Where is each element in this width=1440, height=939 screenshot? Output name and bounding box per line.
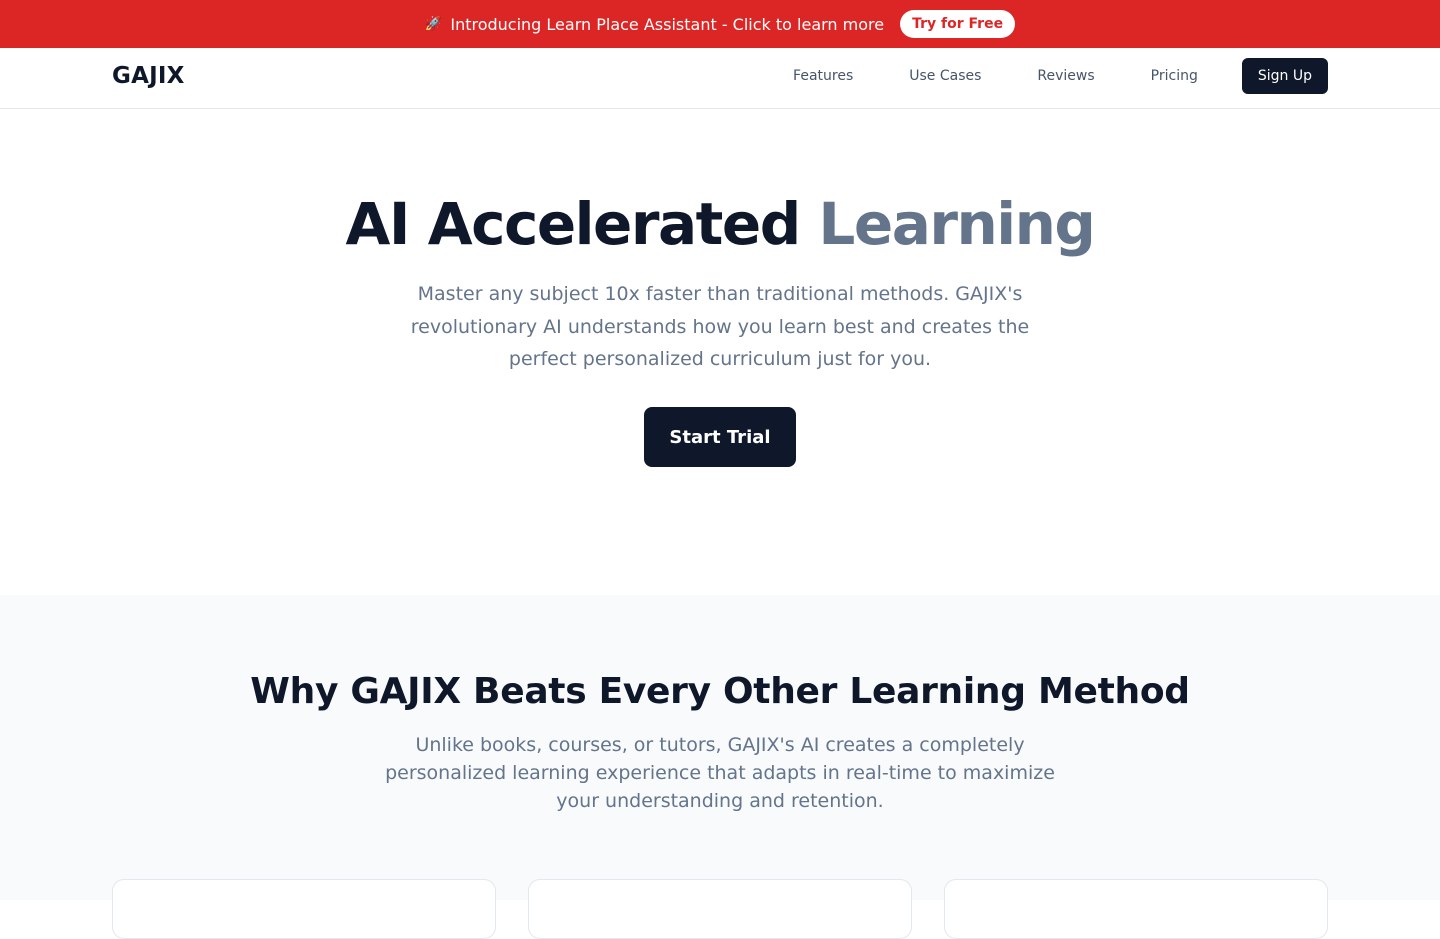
nav-features[interactable]: Features: [793, 68, 853, 84]
start-trial-button[interactable]: Start Trial: [644, 407, 796, 467]
nav-use-cases[interactable]: Use Cases: [909, 68, 981, 84]
rocket-icon: 🚀: [424, 16, 443, 32]
features-title: Why GAJIX Beats Every Other Learning Met…: [250, 671, 1190, 712]
site-header: GAJIX Features Use Cases Reviews Pricing…: [0, 48, 1440, 109]
features-subtitle: Unlike books, courses, or tutors, GAJIX'…: [385, 734, 1055, 812]
announcement-text[interactable]: Introducing Learn Place Assistant - Clic…: [450, 15, 884, 34]
feature-card: [528, 879, 912, 939]
hero-title: AI Accelerated Learning: [0, 190, 1440, 258]
sign-up-button[interactable]: Sign Up: [1241, 58, 1328, 94]
logo[interactable]: GAJIX: [112, 63, 185, 89]
hero-title-accent: Learning: [818, 190, 1096, 258]
features-section: Why GAJIX Beats Every Other Learning Met…: [0, 595, 1440, 939]
hero-subtitle: Master any subject 10x faster than tradi…: [410, 283, 1030, 370]
feature-card: [944, 879, 1328, 939]
feature-card: [112, 879, 496, 939]
nav-reviews[interactable]: Reviews: [1037, 68, 1094, 84]
hero-title-main: AI Accelerated: [345, 190, 802, 258]
announcement-bar[interactable]: 🚀 Introducing Learn Place Assistant - Cl…: [0, 0, 1440, 48]
try-for-free-button[interactable]: Try for Free: [900, 10, 1016, 38]
nav-pricing[interactable]: Pricing: [1151, 68, 1198, 84]
main-nav: Features Use Cases Reviews Pricing Sign …: [793, 58, 1328, 94]
